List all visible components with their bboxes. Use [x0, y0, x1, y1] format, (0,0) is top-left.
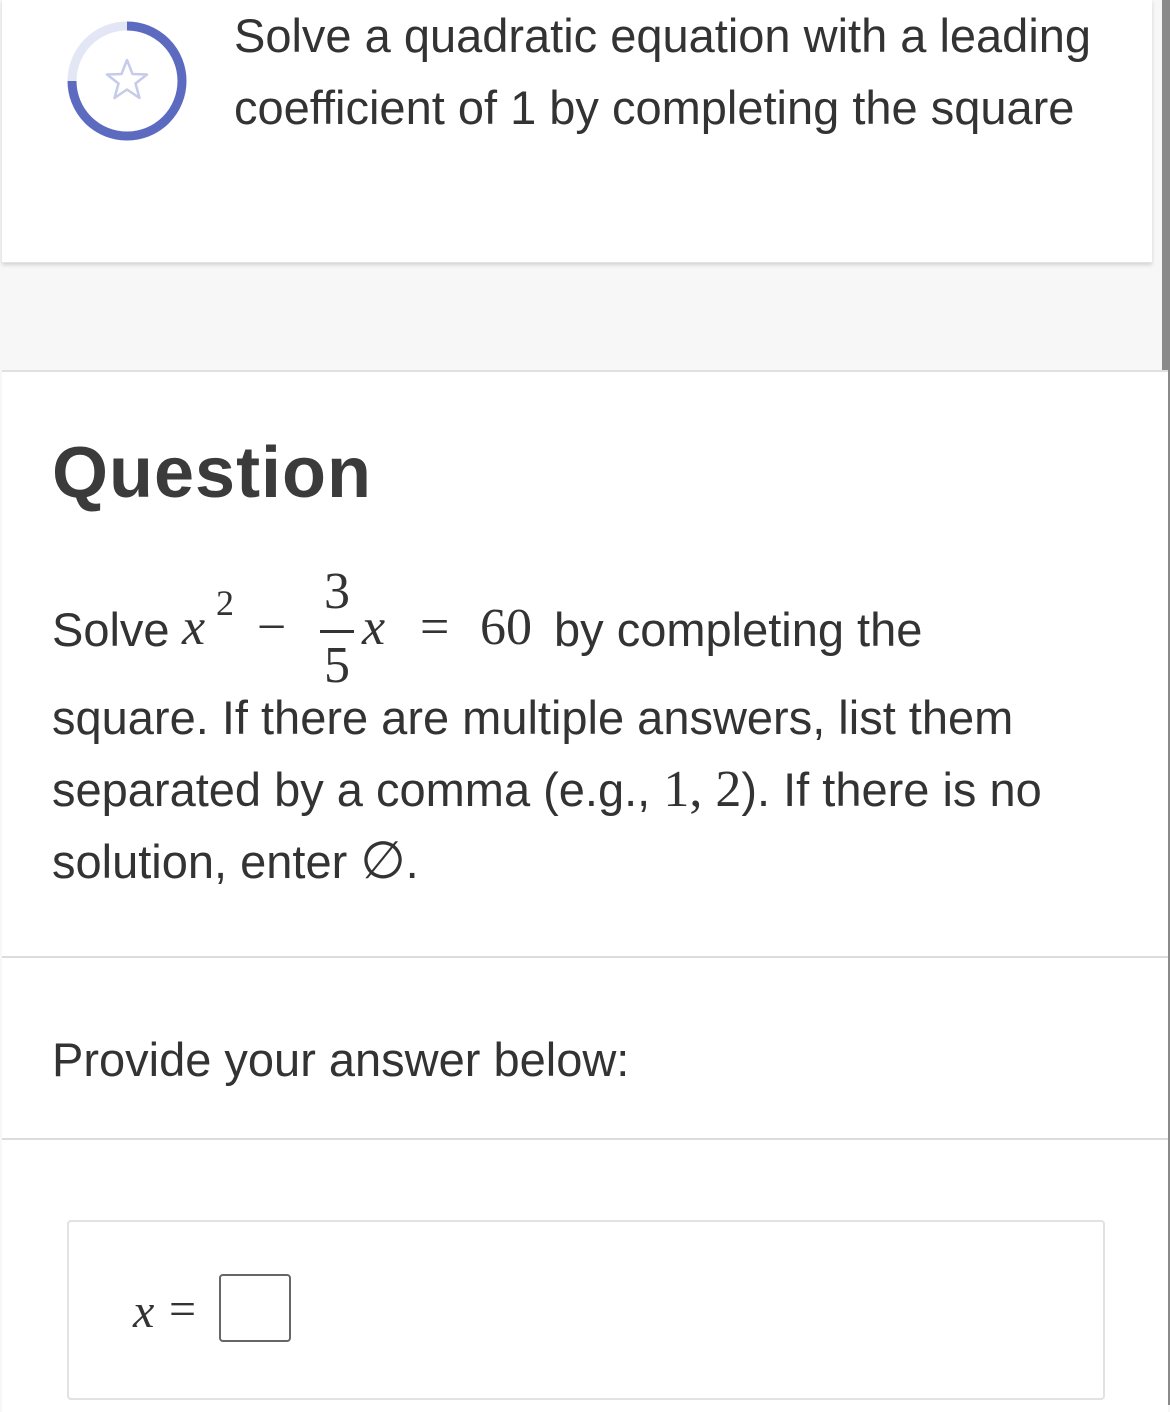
- eq-exponent: 2: [216, 583, 234, 623]
- eq-rhs: 60: [480, 599, 532, 656]
- instruction-line-4: solution, enter ∅.: [52, 826, 1132, 898]
- question-heading: Question: [52, 433, 373, 513]
- eq-minus: −: [257, 599, 287, 656]
- divider: [2, 1138, 1168, 1140]
- equation-line: Solve x 2 − 3 5 x = 60 by completing the: [52, 562, 1132, 694]
- eq-equals: =: [420, 599, 450, 656]
- divider: [2, 956, 1168, 958]
- answer-variable: x: [133, 1285, 155, 1338]
- question-text: Solve x 2 − 3 5 x = 60 by completing the…: [52, 562, 1132, 898]
- eq-x: x: [182, 599, 206, 656]
- empty-set-symbol: ∅: [360, 833, 406, 890]
- question-card: Question Solve x 2 − 3 5 x = 60 by compl…: [2, 370, 1168, 1412]
- instruction-line-2: square. If there are multiple answers, l…: [52, 691, 1014, 744]
- line4-post: .: [405, 835, 419, 888]
- line4-pre: solution, enter: [52, 835, 361, 888]
- after-equation-text: by completing the: [554, 603, 923, 656]
- frac-denominator: 5: [324, 637, 350, 694]
- instruction-text: square. If there are multiple answers, l…: [52, 682, 1132, 898]
- solve-word: Solve: [52, 603, 170, 656]
- skill-header-card: Solve a quadratic equation with a leadin…: [2, 0, 1152, 263]
- answer-input[interactable]: [219, 1274, 291, 1342]
- answer-prompt: Provide your answer below:: [52, 1033, 630, 1086]
- answer-box: x =: [67, 1220, 1105, 1400]
- example-answer: 1, 2: [663, 761, 742, 818]
- line3-post: ). If there is no: [741, 763, 1042, 816]
- eq-x-linear: x: [362, 599, 386, 656]
- fraction-bar: [320, 630, 354, 633]
- instruction-line-3: separated by a comma (e.g., 1, 2). If th…: [52, 754, 1132, 826]
- answer-equals: =: [169, 1283, 197, 1336]
- progress-ring-star-icon: [67, 21, 187, 141]
- skill-title: Solve a quadratic equation with a leadin…: [234, 9, 1092, 134]
- frac-numerator: 3: [324, 563, 350, 620]
- line3-pre: separated by a comma (e.g.,: [52, 763, 664, 816]
